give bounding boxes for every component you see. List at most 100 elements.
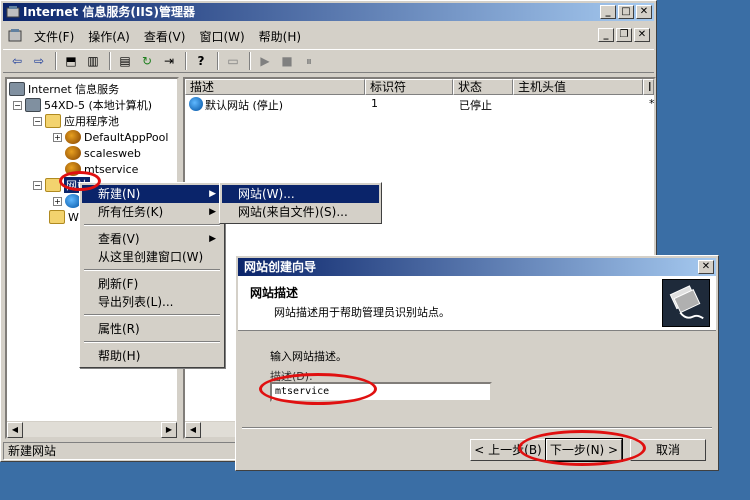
tree-pool-label: scalesweb <box>84 146 141 160</box>
ctx-all-tasks-label: 所有任务(K) <box>98 205 164 219</box>
wizard-book-icon <box>662 279 710 327</box>
submenu-website-from-file[interactable]: 网站(来自文件)(S)... <box>222 203 379 221</box>
menu-separator <box>84 341 220 343</box>
window-titlebar[interactable]: Internet 信息服务(IIS)管理器 _ □ ✕ <box>3 3 654 21</box>
ctx-view-label: 查看(V) <box>98 232 140 246</box>
menu-help[interactable]: 帮助(H) <box>252 26 308 47</box>
menu-bar: 文件(F) 操作(A) 查看(V) 窗口(W) 帮助(H) _ ❐ ✕ <box>3 25 654 47</box>
pause-icon[interactable]: ⏸ <box>299 52 319 70</box>
dialog-header: 网站描述 网站描述用于帮助管理员识别站点。 <box>238 276 716 331</box>
toolbar-separator <box>217 52 219 70</box>
expand-icon[interactable]: + <box>53 196 62 206</box>
mdi-close-button[interactable]: ✕ <box>634 28 650 42</box>
dialog-titlebar[interactable]: 网站创建向导 ✕ <box>238 258 716 276</box>
col-header-id[interactable]: 标识符 <box>365 79 453 95</box>
scroll-right-icon[interactable]: ▶ <box>161 422 177 438</box>
col-header-ip[interactable]: I <box>643 79 654 95</box>
show-tree-icon[interactable]: ▥ <box>83 52 103 70</box>
scroll-left-icon[interactable]: ◀ <box>7 422 23 438</box>
play-icon[interactable]: ▶ <box>255 52 275 70</box>
ctx-view[interactable]: 查看(V) ▶ <box>82 230 222 248</box>
mmc-doc-icon[interactable] <box>7 28 23 44</box>
description-input[interactable]: mtservice <box>270 382 492 402</box>
expand-icon[interactable]: + <box>53 132 62 142</box>
submenu-arrow-icon: ▶ <box>209 189 216 199</box>
back-arrow-icon[interactable]: ⇦ <box>7 52 27 70</box>
tree-hscrollbar[interactable]: ◀ ▶ <box>7 421 177 438</box>
tree-root-label: Internet 信息服务 <box>28 83 120 96</box>
dialog-divider <box>242 427 712 429</box>
close-button[interactable]: ✕ <box>636 5 652 19</box>
table-row[interactable]: 默认网站 (停止) 1 已停止 * <box>185 96 655 112</box>
ctx-all-tasks[interactable]: 所有任务(K) ▶ <box>82 203 222 221</box>
app-pool-icon <box>65 162 81 176</box>
globe-icon <box>189 97 203 111</box>
submenu-website[interactable]: 网站(W)... <box>222 185 379 203</box>
ctx-export[interactable]: 导出列表(L)... <box>82 293 222 311</box>
connect-computer-icon[interactable]: ▭ <box>223 52 243 70</box>
computer-icon <box>25 98 41 112</box>
row-status: 已停止 <box>459 99 492 112</box>
col-header-status[interactable]: 状态 <box>453 79 513 95</box>
toolbar: ⇦ ⇨ ⬒ ▥ ▤ ↻ ⇥ ? ▭ ▶ ■ ⏸ <box>3 49 654 73</box>
ctx-properties[interactable]: 属性(R) <box>82 320 222 338</box>
col-header-host[interactable]: 主机头值 <box>513 79 643 95</box>
mdi-restore-button[interactable]: ❐ <box>616 28 632 42</box>
ctx-refresh[interactable]: 刷新(F) <box>82 275 222 293</box>
menu-action[interactable]: 操作(A) <box>81 26 137 47</box>
minimize-button[interactable]: _ <box>600 5 616 19</box>
context-menu: 新建(N) ▶ 所有任务(K) ▶ 查看(V) ▶ 从这里创建窗口(W) 刷新(… <box>79 182 225 368</box>
tree-pool-label: mtservice <box>84 162 139 176</box>
tree-pool-default[interactable]: + DefaultAppPool <box>53 129 168 145</box>
menu-separator <box>84 224 220 226</box>
folder-icon <box>49 210 65 224</box>
back-button[interactable]: < 上一步(B) <box>470 439 546 461</box>
menu-separator <box>84 314 220 316</box>
window-title: Internet 信息服务(IIS)管理器 <box>23 5 195 19</box>
tree-pool-mtservice[interactable]: mtservice <box>65 161 138 177</box>
submenu-arrow-icon: ▶ <box>209 234 216 244</box>
scroll-left-icon[interactable]: ◀ <box>185 422 201 438</box>
collapse-icon[interactable]: − <box>33 116 42 126</box>
tree-pool-scalesweb[interactable]: scalesweb <box>65 145 141 161</box>
dialog-close-button[interactable]: ✕ <box>698 260 714 274</box>
toolbar-separator <box>249 52 251 70</box>
tree-computer-label: 54XD-5 (本地计算机) <box>44 99 153 112</box>
folder-icon <box>45 114 61 128</box>
ctx-new-window[interactable]: 从这里创建窗口(W) <box>82 248 222 266</box>
collapse-icon[interactable]: − <box>13 100 22 110</box>
maximize-button[interactable]: □ <box>618 5 634 19</box>
website-wizard-dialog: 网站创建向导 ✕ 网站描述 网站描述用于帮助管理员识别站点。 输入网站描述。 描… <box>235 255 719 471</box>
ctx-help[interactable]: 帮助(H) <box>82 347 222 365</box>
menu-file[interactable]: 文件(F) <box>27 26 81 47</box>
row-id: 1 <box>371 97 378 110</box>
tree-root[interactable]: Internet 信息服务 <box>9 81 119 97</box>
tree-app-pools-label: 应用程序池 <box>64 115 119 128</box>
submenu-arrow-icon: ▶ <box>209 207 216 217</box>
menu-view[interactable]: 查看(V) <box>137 26 193 47</box>
stop-icon[interactable]: ■ <box>277 52 297 70</box>
menu-separator <box>84 269 220 271</box>
refresh-icon[interactable]: ↻ <box>137 52 157 70</box>
iis-root-icon <box>9 82 25 96</box>
tree-app-pools[interactable]: − 应用程序池 <box>33 113 119 129</box>
app-pool-icon <box>65 146 81 160</box>
toolbar-separator <box>55 52 57 70</box>
col-header-desc[interactable]: 描述 <box>185 79 365 95</box>
next-button[interactable]: 下一步(N) > <box>545 438 623 462</box>
ctx-new[interactable]: 新建(N) ▶ <box>82 185 222 203</box>
tree-computer[interactable]: − 54XD-5 (本地计算机) <box>13 97 152 113</box>
cancel-button[interactable]: 取消 <box>630 439 706 461</box>
iis-app-icon <box>6 6 20 18</box>
forward-arrow-icon[interactable]: ⇨ <box>29 52 49 70</box>
collapse-icon[interactable]: − <box>33 180 42 190</box>
export-list-icon[interactable]: ⇥ <box>159 52 179 70</box>
menu-window[interactable]: 窗口(W) <box>192 26 251 47</box>
up-folder-icon[interactable]: ⬒ <box>61 52 81 70</box>
mdi-minimize-button[interactable]: _ <box>598 28 614 42</box>
help-icon[interactable]: ? <box>191 52 211 70</box>
dialog-heading: 网站描述 <box>250 286 299 300</box>
properties-icon[interactable]: ▤ <box>115 52 135 70</box>
row-desc: 默认网站 (停止) <box>205 99 284 112</box>
row-ip: * <box>649 97 655 110</box>
